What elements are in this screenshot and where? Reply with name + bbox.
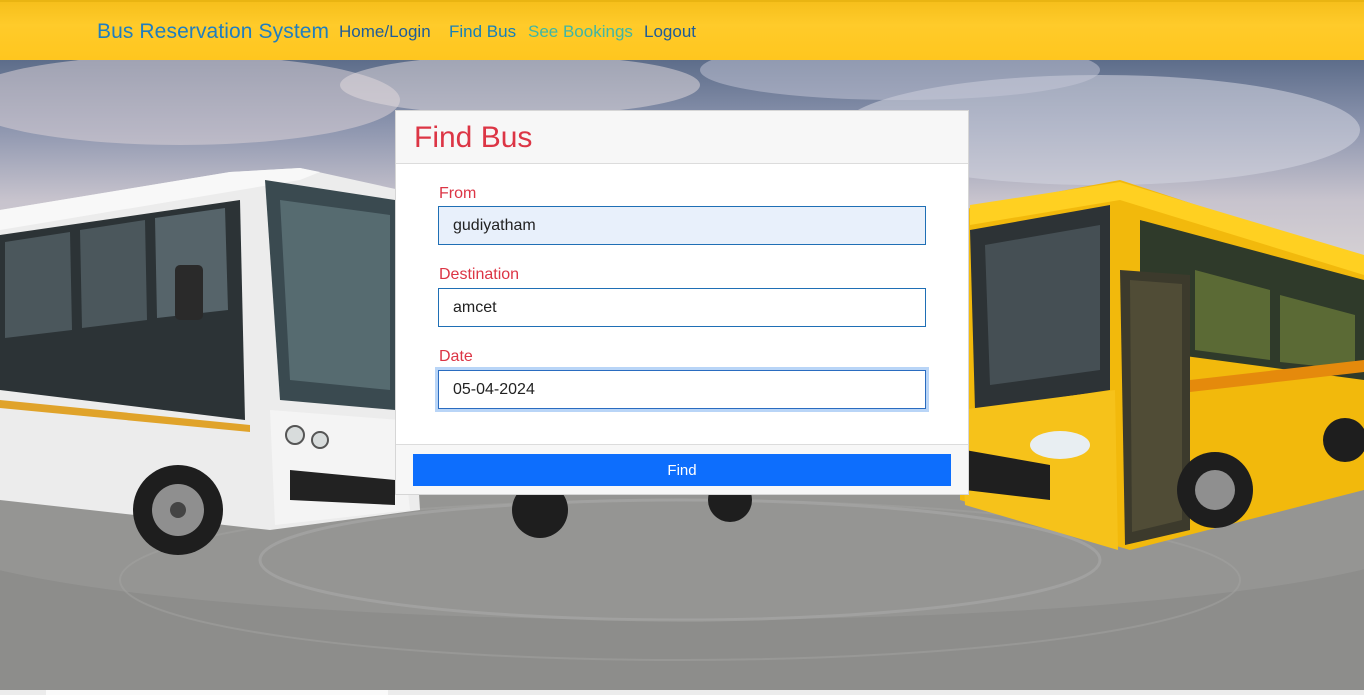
bottom-edge — [0, 690, 1364, 695]
nav-logout[interactable]: Logout — [644, 22, 696, 42]
brand-link[interactable]: Bus Reservation System — [97, 20, 329, 44]
card-title: Find Bus — [414, 121, 533, 154]
card-footer: Find — [396, 444, 968, 494]
find-bus-card: Find Bus From Destination Date Find — [395, 110, 969, 495]
find-button[interactable]: Find — [413, 454, 951, 486]
date-label: Date — [439, 348, 473, 365]
nav-see-bookings[interactable]: See Bookings — [528, 22, 633, 42]
bottom-edge-segment — [46, 690, 388, 695]
top-navbar: Bus Reservation System Home/Login Find B… — [0, 0, 1364, 60]
from-input[interactable] — [438, 206, 926, 245]
yellow-bus — [960, 180, 1364, 550]
nav-find-bus[interactable]: Find Bus — [449, 22, 516, 42]
nav-home-login[interactable]: Home/Login — [339, 22, 431, 42]
card-body: From Destination Date — [396, 164, 968, 444]
destination-label: Destination — [439, 266, 520, 283]
destination-input[interactable] — [438, 288, 926, 327]
from-label: From — [439, 185, 477, 202]
date-input[interactable] — [438, 370, 926, 409]
card-header: Find Bus — [396, 111, 968, 164]
